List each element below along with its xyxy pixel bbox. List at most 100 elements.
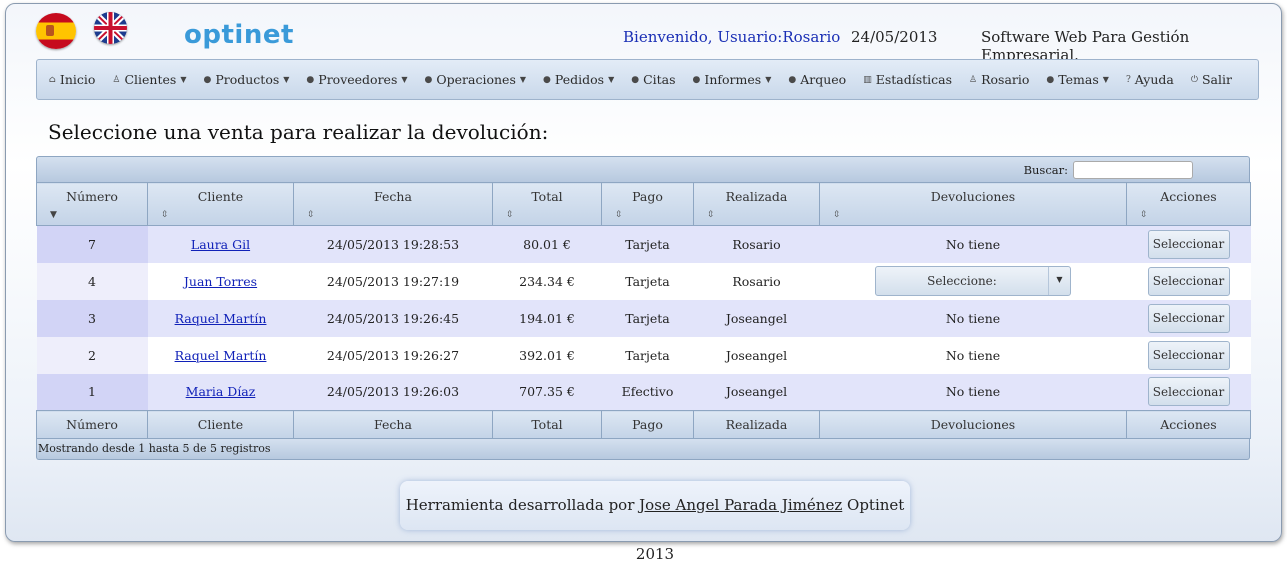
menu-label: Citas	[643, 72, 676, 87]
menu-label: Inicio	[59, 72, 96, 87]
cell-acciones: Seleccionar	[1126, 373, 1251, 411]
uk-flag-icon[interactable]	[94, 12, 127, 44]
sort-icon: ⇳	[307, 210, 315, 220]
welcome-text: Bienvenido, Usuario:Rosario	[623, 28, 841, 46]
cell-fecha: 24/05/2013 19:26:03	[293, 373, 493, 411]
menu-item-proveedores[interactable]: ● Proveedores ▼	[306, 72, 407, 87]
menu-item-ayuda[interactable]: ? Ayuda	[1126, 72, 1174, 87]
menu-item-citas[interactable]: ● Citas	[631, 72, 675, 87]
menu-item-productos[interactable]: ● Productos ▼	[203, 72, 289, 87]
select-button[interactable]: Seleccionar	[1147, 340, 1230, 370]
client-link[interactable]: Maria Díaz	[186, 384, 256, 399]
column-header-total[interactable]: Total ⇳	[492, 182, 602, 226]
select-button[interactable]: Seleccionar	[1147, 266, 1230, 296]
column-header-pago[interactable]: Pago ⇳	[601, 182, 694, 226]
cell-cliente: Laura Gil	[147, 225, 294, 263]
cell-total: 392.01 €	[492, 336, 602, 374]
menu-label: Clientes	[124, 72, 177, 87]
menu-item-salir[interactable]: ⏻ Salir	[1191, 72, 1232, 87]
bullet-icon: ●	[306, 74, 315, 85]
column-header-devoluciones[interactable]: Devoluciones ⇳	[819, 182, 1127, 226]
menu-label: Pedidos	[554, 72, 605, 87]
sort-icon: ⇳	[161, 210, 169, 220]
column-header-numero[interactable]: Número ▼	[36, 182, 148, 226]
cell-pago: Tarjeta	[601, 299, 694, 337]
client-link[interactable]: Juan Torres	[184, 274, 257, 289]
sort-desc-icon: ▼	[50, 210, 57, 220]
table-toolbar: Buscar:	[36, 156, 1250, 182]
cell-total: 234.34 €	[492, 262, 602, 300]
home-icon: ⌂	[49, 74, 56, 85]
menu-item-operaciones[interactable]: ● Operaciones ▼	[425, 72, 526, 87]
returns-dropdown[interactable]: Seleccione: ▼	[875, 266, 1071, 296]
bullet-icon: ●	[424, 74, 433, 85]
sort-icon: ⇳	[615, 210, 623, 220]
column-header-realizada[interactable]: Realizada ⇳	[693, 182, 820, 226]
menu-item-inicio[interactable]: ⌂ Inicio	[49, 72, 95, 87]
menu-label: Rosario	[981, 72, 1030, 87]
help-icon: ?	[1125, 74, 1131, 85]
search-input[interactable]	[1073, 160, 1193, 179]
cell-cliente: Raquel Martín	[147, 336, 294, 374]
chevron-down-icon: ▼	[765, 75, 772, 84]
credits-box: Herramienta desarrollada por Jose Angel …	[400, 481, 910, 563]
main-menu: ⌂ Inicio ♙ Clientes ▼ ● Productos ▼ ● Proveedo…	[36, 59, 1259, 100]
cell-cliente: Juan Torres	[147, 262, 294, 300]
column-label: Realizada	[725, 189, 788, 204]
cell-fecha: 24/05/2013 19:26:27	[293, 336, 493, 374]
cell-devoluciones: Seleccione: ▼	[819, 262, 1127, 300]
cell-numero: 2	[36, 336, 148, 374]
cell-cliente: Raquel Martín	[147, 299, 294, 337]
menu-item-rosario[interactable]: ♙ Rosario	[969, 72, 1029, 87]
select-button[interactable]: Seleccionar	[1147, 303, 1230, 333]
client-link[interactable]: Raquel Martín	[175, 311, 267, 326]
author-link[interactable]: Jose Angel Parada Jiménez	[639, 496, 842, 514]
cell-pago: Tarjeta	[601, 262, 694, 300]
menu-label: Productos	[215, 72, 280, 87]
main-frame: optinet Bienvenido, Usuario:Rosario 24/0…	[5, 3, 1282, 563]
menu-item-arqueo[interactable]: ● Arqueo	[788, 72, 846, 87]
cell-devoluciones: No tiene	[819, 225, 1127, 263]
menu-item-estadisticas[interactable]: ▥ Estadísticas	[863, 72, 952, 87]
menu-item-informes[interactable]: ● Informes ▼	[693, 72, 772, 87]
cell-acciones: Seleccionar	[1126, 262, 1251, 300]
cell-acciones: Seleccionar	[1126, 299, 1251, 337]
cell-numero: 3	[36, 299, 148, 337]
bullet-icon: ●	[203, 74, 212, 85]
client-link[interactable]: Raquel Martín	[175, 348, 267, 363]
menu-item-temas[interactable]: ● Temas ▼	[1046, 72, 1109, 87]
cell-total: 707.35 €	[492, 373, 602, 411]
cell-pago: Tarjeta	[601, 336, 694, 374]
footer-header-acciones: Acciones	[1126, 410, 1251, 439]
current-date: 24/05/2013	[851, 28, 938, 46]
select-button[interactable]: Seleccionar	[1147, 229, 1230, 259]
column-header-fecha[interactable]: Fecha ⇳	[293, 182, 493, 226]
menu-label: Estadísticas	[875, 72, 953, 87]
column-label: Acciones	[1160, 189, 1217, 204]
column-header-acciones[interactable]: Acciones ⇳	[1126, 182, 1251, 226]
cell-fecha: 24/05/2013 19:28:53	[293, 225, 493, 263]
column-label: Devoluciones	[930, 189, 1016, 204]
column-label: Cliente	[197, 189, 244, 204]
menu-label: Proveedores	[318, 72, 398, 87]
client-link[interactable]: Laura Gil	[191, 237, 250, 252]
menu-item-pedidos[interactable]: ● Pedidos ▼	[543, 72, 614, 87]
column-label: Fecha	[374, 189, 412, 204]
cell-fecha: 24/05/2013 19:26:45	[293, 299, 493, 337]
column-label: Pago	[632, 189, 663, 204]
page-title: Seleccione una venta para realizar la de…	[48, 120, 549, 144]
bullet-icon: ●	[692, 74, 701, 85]
cell-total: 80.01 €	[492, 225, 602, 263]
cell-numero: 4	[36, 262, 148, 300]
table-row: 7 Laura Gil 24/05/2013 19:28:53 80.01 € …	[36, 225, 1251, 263]
menu-item-clientes[interactable]: ♙ Clientes ▼	[112, 72, 186, 87]
bullet-icon: ●	[631, 74, 640, 85]
cell-numero: 7	[36, 225, 148, 263]
menu-label: Temas	[1058, 72, 1099, 87]
spain-flag-icon[interactable]	[36, 13, 76, 49]
footer-header-realizada: Realizada	[693, 410, 820, 439]
column-header-cliente[interactable]: Cliente ⇳	[147, 182, 294, 226]
bullet-icon: ●	[1046, 74, 1055, 85]
select-button[interactable]: Seleccionar	[1147, 377, 1230, 407]
dropdown-label: Seleccione:	[927, 274, 997, 288]
